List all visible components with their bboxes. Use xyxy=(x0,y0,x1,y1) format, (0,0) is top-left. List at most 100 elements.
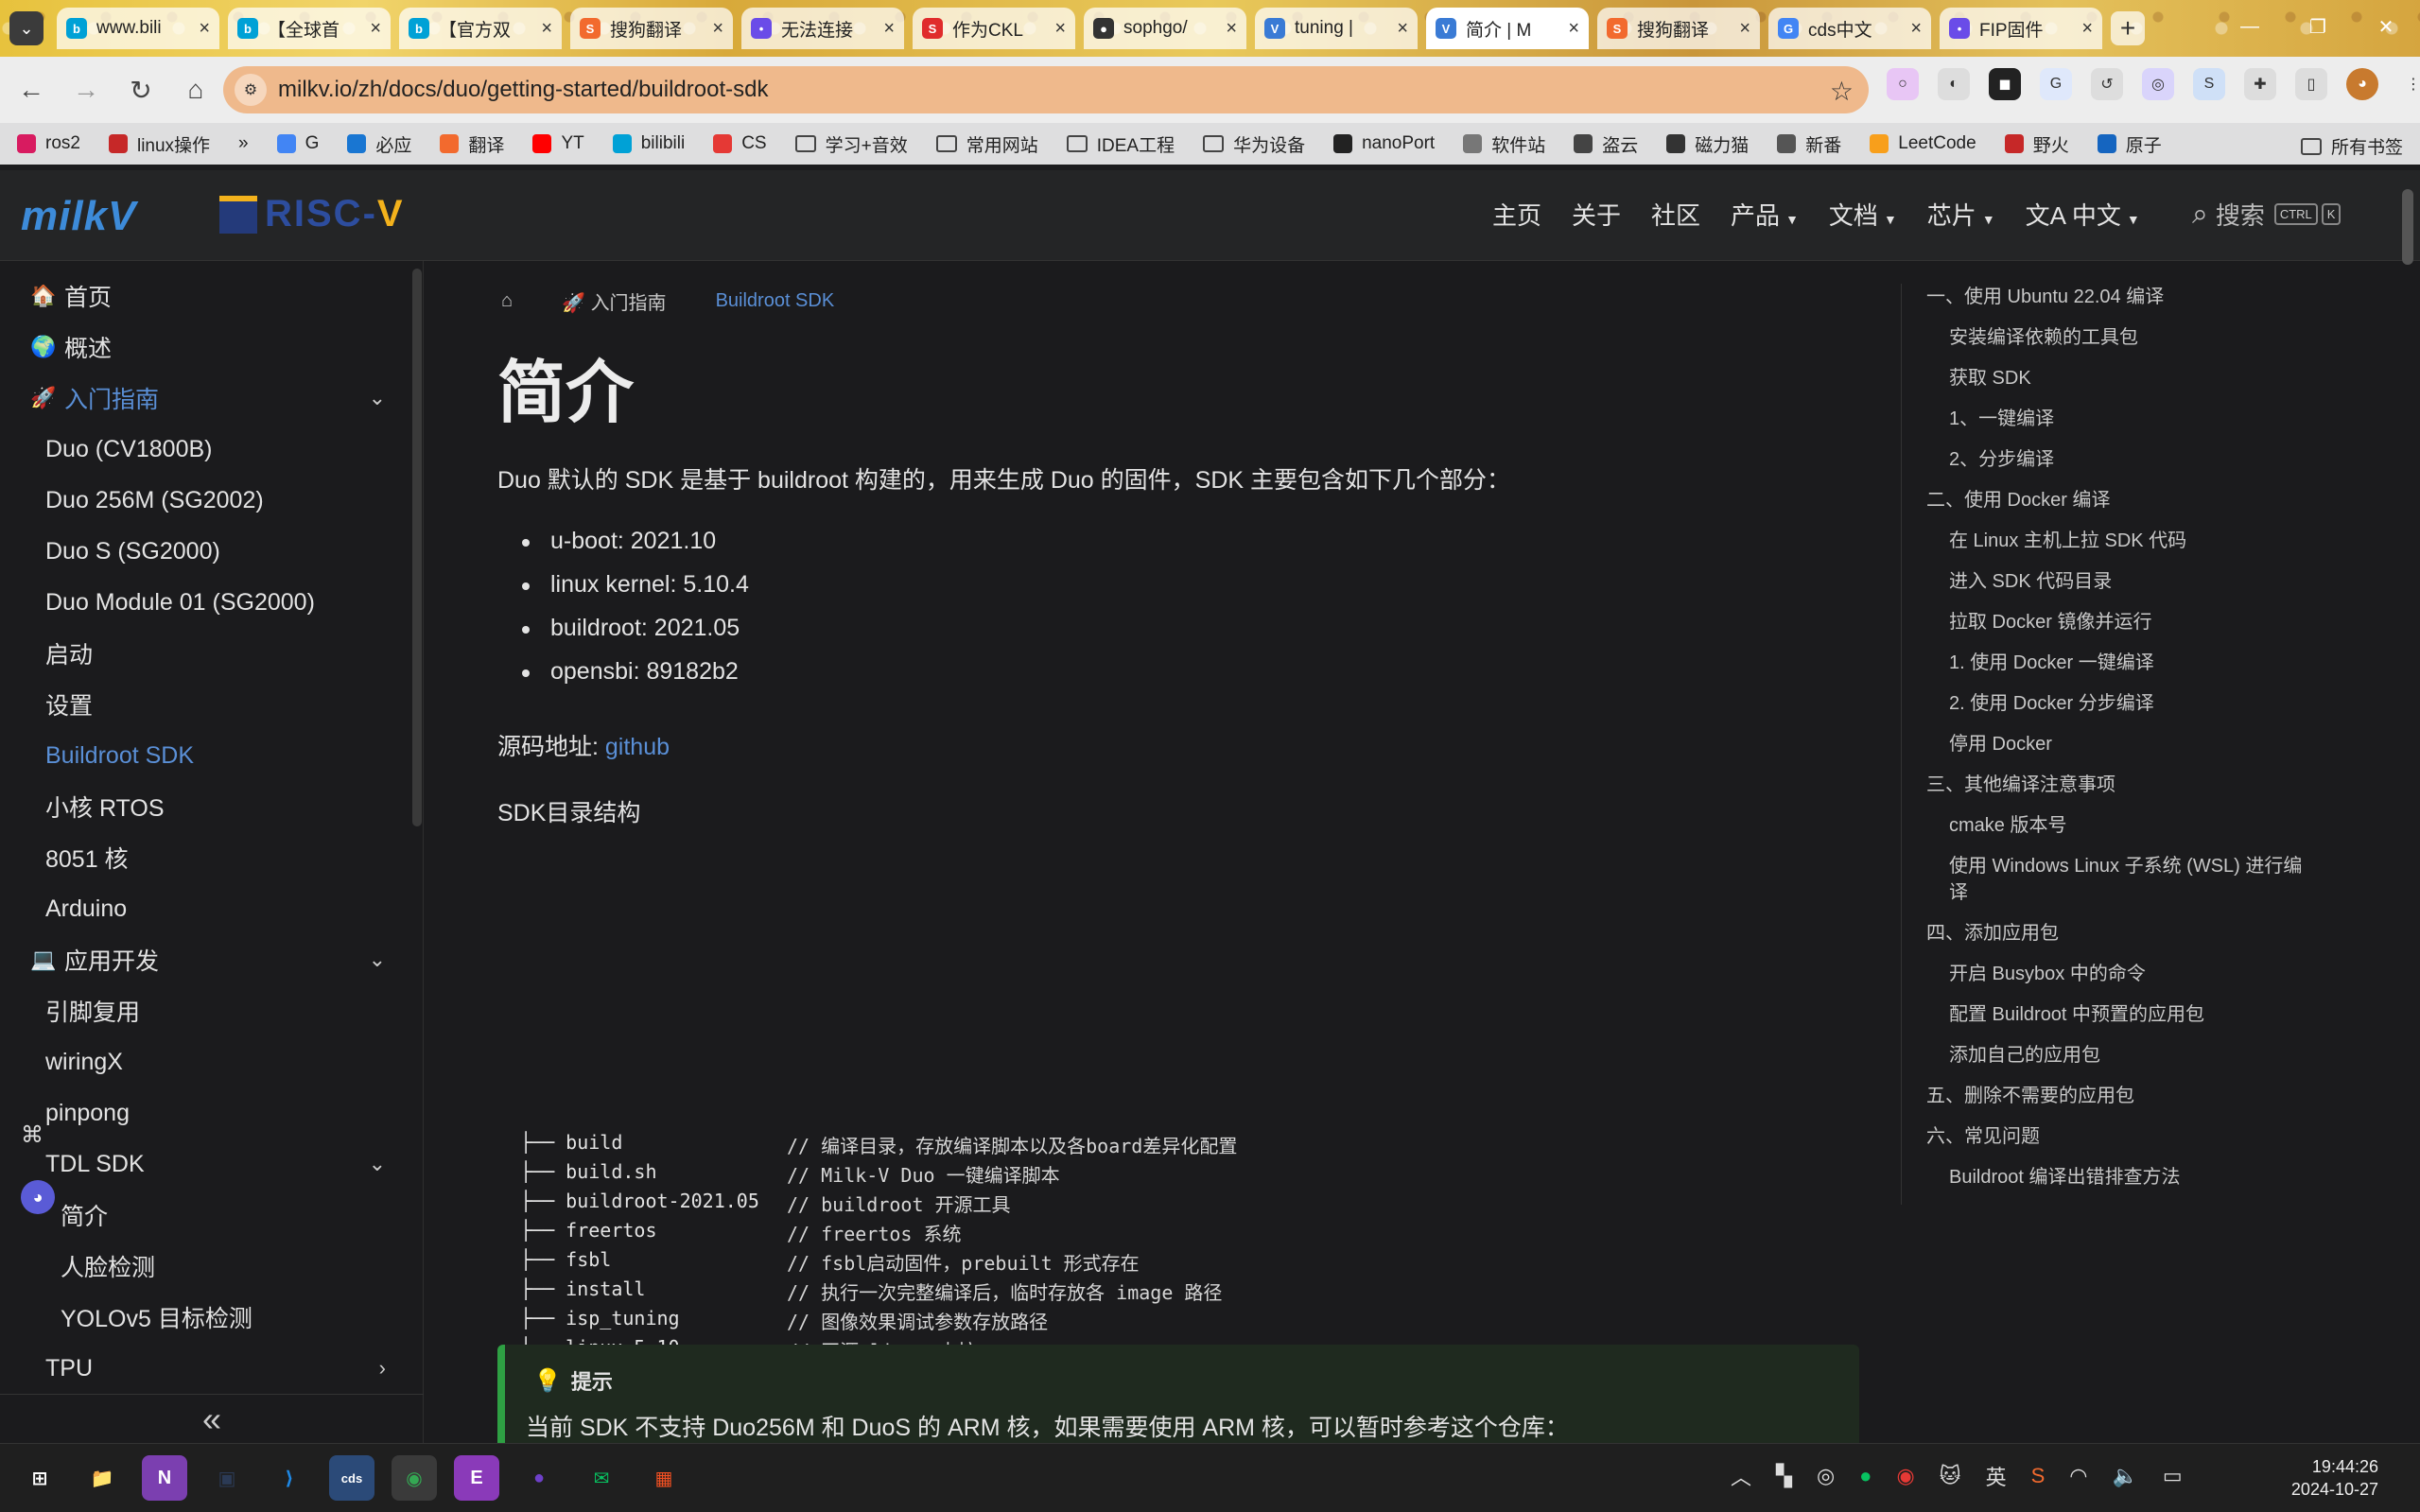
bookmark-item[interactable]: linux操作 xyxy=(108,131,210,157)
bookmark-item[interactable]: G xyxy=(276,133,319,154)
toc-link[interactable]: 四、添加应用包 xyxy=(1926,920,2307,947)
bookmark-item[interactable]: 磁力猫 xyxy=(1666,131,1749,157)
bookmark-item[interactable]: bilibili xyxy=(612,133,685,154)
sidebar-item[interactable]: 🏠 首页 xyxy=(0,270,407,322)
browser-tab[interactable]: ● sophgo/ × xyxy=(1084,8,1246,49)
tab-close-icon[interactable]: × xyxy=(199,18,210,40)
sidebar-item[interactable]: 引脚复用 xyxy=(0,985,407,1036)
bookmark-item[interactable]: » xyxy=(238,133,249,154)
toc-link[interactable]: cmake 版本号 xyxy=(1926,812,2307,839)
sidebar-item[interactable]: 简介 xyxy=(0,1190,407,1241)
tray-overflow-chevron-icon[interactable]: ︿ xyxy=(1731,1461,1751,1491)
sidebar-item[interactable]: 人脸检测 xyxy=(0,1241,407,1292)
taskbar-file-explorer-icon[interactable]: 📁 xyxy=(79,1455,125,1501)
forward-button[interactable]: → xyxy=(62,66,110,113)
extensions-puzzle-icon[interactable]: ✚ xyxy=(2244,68,2276,100)
sidebar-item[interactable]: pinpong xyxy=(0,1087,407,1138)
tab-close-icon[interactable]: × xyxy=(1054,18,1066,40)
browser-tab[interactable]: Vtuning | × xyxy=(1255,8,1418,49)
tab-close-icon[interactable]: × xyxy=(2081,18,2093,40)
bookmark-item[interactable]: 翻译 xyxy=(440,131,504,157)
tab-close-icon[interactable]: × xyxy=(1739,18,1750,40)
ime-indicator[interactable]: 英 xyxy=(1986,1461,2007,1491)
browser-tab[interactable]: S 搜狗翻译 × xyxy=(1597,8,1760,49)
profile-avatar[interactable]: ◕ xyxy=(2346,68,2378,100)
sidebar-item[interactable]: Duo Module 01 (SG2000) xyxy=(0,577,407,628)
extension-icon-5[interactable]: S xyxy=(2193,68,2225,100)
bookmark-item[interactable]: 必应 xyxy=(347,131,411,157)
taskbar-start-icon[interactable]: ⊞ xyxy=(17,1455,62,1501)
sidebar-scrollbar[interactable] xyxy=(412,269,422,826)
assistant-bubble-icon[interactable]: ◕ xyxy=(21,1180,55,1214)
nav-link-2[interactable]: 社区 xyxy=(1651,197,1700,232)
search-button[interactable]: ⌕ 搜索 CTRL K xyxy=(2192,197,2342,232)
bookmark-item[interactable]: ros2 xyxy=(17,133,80,154)
history-icon[interactable]: ↺ xyxy=(2091,68,2123,100)
tab-close-icon[interactable]: × xyxy=(712,18,723,40)
sidebar-item[interactable]: Arduino xyxy=(0,883,407,934)
tab-close-icon[interactable]: × xyxy=(541,18,552,40)
sogou-ime-icon[interactable]: S xyxy=(2031,1464,2046,1488)
sidebar-item[interactable]: TPU › xyxy=(0,1343,407,1394)
toc-link[interactable]: 停用 Docker xyxy=(1926,731,2307,757)
taskbar-wechat-icon[interactable]: ✉ xyxy=(579,1455,624,1501)
chevron-right-icon[interactable]: › xyxy=(379,1356,386,1381)
taskbar-chrome-icon[interactable]: ◉ xyxy=(392,1455,437,1501)
collapse-sidebar-button[interactable]: « xyxy=(0,1394,424,1443)
taskbar-store-icon[interactable]: ▦ xyxy=(641,1455,687,1501)
back-button[interactable]: ← xyxy=(8,66,55,113)
bookmark-item[interactable]: 新番 xyxy=(1777,131,1841,157)
toc-link[interactable]: 在 Linux 主机上拉 SDK 代码 xyxy=(1926,528,2307,554)
close-window-button[interactable]: ✕ xyxy=(2352,0,2420,53)
bookmark-star-icon[interactable]: ☆ xyxy=(1830,76,1854,107)
taskbar-onenote-icon[interactable]: N xyxy=(142,1455,187,1501)
sidebar-item[interactable]: Duo (CV1800B) xyxy=(0,424,407,475)
sidebar-item[interactable]: 💻 应用开发 ⌄ xyxy=(0,934,407,985)
nav-link-5[interactable]: 芯片 ▼ xyxy=(1927,197,1995,232)
breadcrumb-getting-started[interactable]: 🚀 入门指南 xyxy=(562,287,666,315)
sidebar-item[interactable]: 🚀 入门指南 ⌄ xyxy=(0,373,407,424)
toc-link[interactable]: 六、常见问题 xyxy=(1926,1123,2307,1150)
toc-link[interactable]: 安装编译依赖的工具包 xyxy=(1926,324,2307,351)
extension-icon-1[interactable]: ○ xyxy=(1887,68,1919,100)
wifi-icon[interactable]: ◠ xyxy=(2069,1464,2087,1488)
all-bookmarks-button[interactable]: 所有书签 xyxy=(2300,133,2403,159)
bookmark-item[interactable]: CS xyxy=(713,133,767,154)
bookmark-item[interactable]: 盗云 xyxy=(1574,131,1638,157)
toc-link[interactable]: 2、分步编译 xyxy=(1926,446,2307,473)
sidebar-item[interactable]: YOLOv5 目标检测 xyxy=(0,1292,407,1343)
browser-tab[interactable]: • 无法连接 × xyxy=(741,8,904,49)
taskbar-cds-icon[interactable]: cds xyxy=(329,1455,374,1501)
tab-close-icon[interactable]: × xyxy=(1910,18,1922,40)
sidebar-item[interactable]: 设置 xyxy=(0,679,407,730)
bookmark-item[interactable]: 软件站 xyxy=(1463,131,1545,157)
sidebar-item[interactable]: Duo S (SG2000) xyxy=(0,526,407,577)
nav-link-0[interactable]: 主页 xyxy=(1492,197,1541,232)
reload-button[interactable]: ↻ xyxy=(117,66,165,113)
bookmark-item[interactable]: LeetCode xyxy=(1870,133,1976,154)
toc-link[interactable]: 使用 Windows Linux 子系统 (WSL) 进行编译 xyxy=(1926,853,2307,906)
breadcrumb-home-icon[interactable]: ⌂ xyxy=(501,290,513,312)
tab-close-icon[interactable]: × xyxy=(883,18,895,40)
volume-icon[interactable]: 🔈 xyxy=(2112,1464,2137,1488)
browser-tab[interactable]: Gcds中文 × xyxy=(1768,8,1931,49)
tray-app-icon-1[interactable]: ▚ xyxy=(1776,1464,1792,1488)
github-link[interactable]: github xyxy=(605,734,670,760)
netease-music-icon[interactable]: ◉ xyxy=(1896,1464,1914,1488)
sidebar-item[interactable]: 8051 核 xyxy=(0,832,407,883)
toc-link[interactable]: 1. 使用 Docker 一键编译 xyxy=(1926,650,2307,676)
toc-link[interactable]: 2. 使用 Docker 分步编译 xyxy=(1926,690,2307,717)
toc-link[interactable]: 开启 Busybox 中的命令 xyxy=(1926,961,2307,987)
tab-close-icon[interactable]: × xyxy=(370,18,381,40)
tab-close-icon[interactable]: × xyxy=(1568,18,1579,40)
translate-extension-icon[interactable]: G xyxy=(2040,68,2072,100)
toc-link[interactable]: 配置 Buildroot 中预置的应用包 xyxy=(1926,1001,2307,1028)
toc-link[interactable]: 1、一键编译 xyxy=(1926,406,2307,432)
extension-icon-4[interactable]: ◎ xyxy=(2142,68,2174,100)
toc-link[interactable]: Buildroot 编译出错排查方法 xyxy=(1926,1164,2307,1190)
toc-link[interactable]: 添加自己的应用包 xyxy=(1926,1042,2307,1069)
sidebar-item[interactable]: 🌍 概述 xyxy=(0,322,407,373)
sidebar-item[interactable]: 启动 xyxy=(0,628,407,679)
toc-link[interactable]: 进入 SDK 代码目录 xyxy=(1926,568,2307,595)
sidebar-toggle-icon[interactable]: ▯ xyxy=(2295,68,2327,100)
